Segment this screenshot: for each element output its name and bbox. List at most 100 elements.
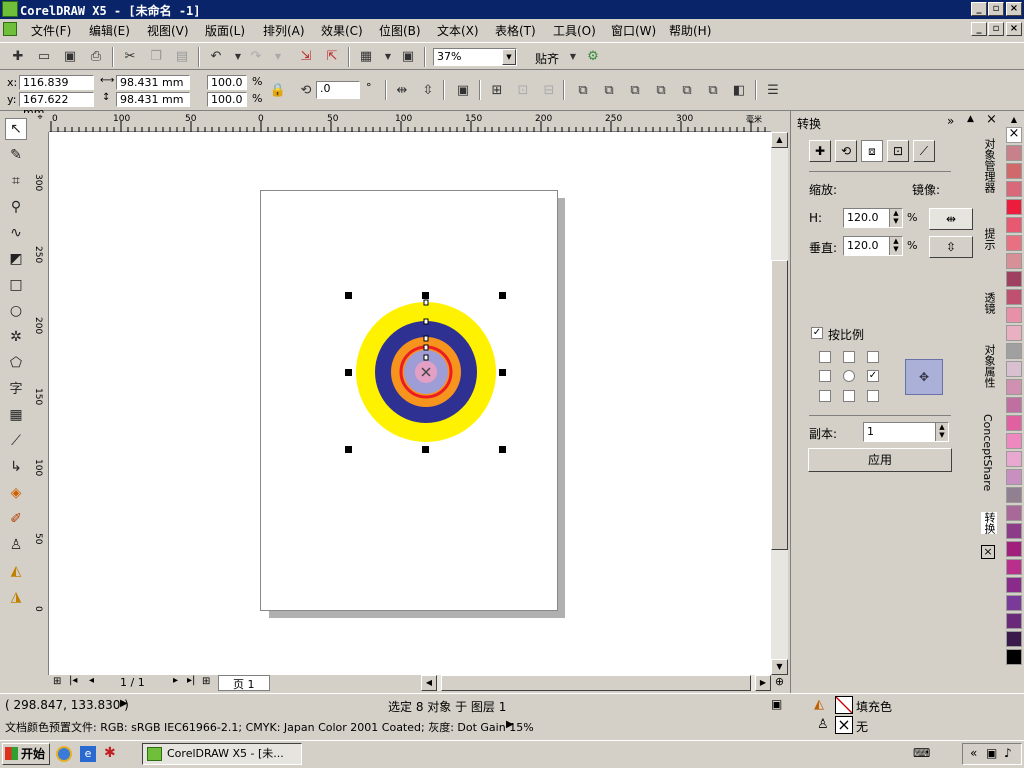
palette-swatch[interactable] — [1006, 649, 1022, 665]
zoom-level-select[interactable]: 37% ▼ — [433, 48, 517, 66]
anchor-br[interactable] — [867, 390, 879, 402]
menu-help[interactable]: 帮助(H) — [669, 22, 711, 39]
skew-mode-icon[interactable]: ⟋ — [913, 140, 935, 162]
maximize-button[interactable]: ▫ — [988, 2, 1004, 16]
palette-swatch[interactable] — [1006, 415, 1022, 431]
menu-view[interactable]: 视图(V) — [147, 22, 189, 39]
ungroup-icon[interactable]: ⊞ — [487, 80, 507, 100]
print-icon[interactable]: ⎙ — [86, 46, 106, 66]
quicklaunch-icon[interactable]: ✱ — [104, 745, 116, 761]
outline-tool-icon[interactable]: ♙ — [5, 534, 27, 556]
palette-scroll-up-icon[interactable]: ▲ — [1006, 115, 1022, 125]
options-icon[interactable]: ⚙ — [583, 46, 603, 66]
export-icon[interactable]: ⇱ — [322, 46, 342, 66]
selection-handle-tr[interactable] — [499, 292, 506, 299]
y-position-field[interactable]: 167.622 mm — [19, 92, 94, 119]
selection-handle-bl[interactable] — [345, 446, 352, 453]
trim-icon[interactable]: ⧉ — [599, 80, 619, 100]
palette-swatch[interactable] — [1006, 271, 1022, 287]
network-icon[interactable]: ▣ — [986, 746, 997, 760]
tab-transform[interactable]: 转换 — [981, 512, 997, 534]
scroll-up-icon[interactable]: ▲ — [771, 132, 788, 148]
palette-swatch[interactable] — [1006, 217, 1022, 233]
doc-restore-button[interactable]: ▫ — [988, 22, 1004, 36]
mirror-vertical-icon[interactable]: ⇳ — [418, 80, 438, 100]
palette-swatch[interactable] — [1006, 145, 1022, 161]
horizontal-ruler[interactable]: 0 100 50 0 50 100 150 200 250 300 毫米 — [49, 113, 771, 132]
profile-expand-icon[interactable]: ▶ — [506, 719, 514, 730]
palette-swatch[interactable] — [1006, 181, 1022, 197]
create-boundary-icon[interactable]: ◧ — [729, 80, 749, 100]
zoom-tool-icon[interactable]: ⚲ — [5, 196, 27, 218]
import-icon[interactable]: ⇲ — [296, 46, 316, 66]
position-mode-icon[interactable]: ✚ — [809, 140, 831, 162]
palette-swatch[interactable] — [1006, 361, 1022, 377]
pick-tool-icon[interactable]: ↖ — [5, 118, 27, 140]
palette-swatch[interactable] — [1006, 379, 1022, 395]
scroll-down-icon[interactable]: ▼ — [771, 659, 788, 675]
cut-icon[interactable]: ✂ — [120, 46, 140, 66]
palette-swatch[interactable] — [1006, 253, 1022, 269]
palette-swatch[interactable] — [1006, 163, 1022, 179]
prev-page-icon[interactable]: ◂ — [89, 675, 94, 686]
apply-button[interactable]: 应用 — [808, 448, 952, 472]
dimension-tool-icon[interactable]: ⟋ — [5, 430, 27, 452]
vertical-scroll-thumb[interactable] — [771, 260, 788, 550]
outline-swatch[interactable]: × — [835, 716, 853, 734]
menu-tools[interactable]: 工具(O) — [553, 22, 596, 39]
undo-dropdown-icon[interactable]: ▼ — [228, 46, 248, 66]
docker-collapse-icon[interactable]: ▲ — [967, 114, 974, 124]
menu-edit[interactable]: 编辑(E) — [89, 22, 130, 39]
volume-icon[interactable]: ♪ — [1004, 746, 1012, 760]
copies-field[interactable]: 1 ▲ ▼ — [863, 422, 949, 442]
tab-lens[interactable]: 透镜 — [981, 292, 997, 314]
mirror-horizontal-icon[interactable]: ⇹ — [392, 80, 412, 100]
fill-tool-icon[interactable]: ◭ — [5, 560, 27, 582]
palette-swatch[interactable] — [1006, 487, 1022, 503]
menu-text[interactable]: 文本(X) — [437, 22, 479, 39]
front-minus-back-icon[interactable]: ⧉ — [677, 80, 697, 100]
selection-handle-br[interactable] — [499, 446, 506, 453]
rotate-mode-icon[interactable]: ⟲ — [835, 140, 857, 162]
combine-icon[interactable]: ⊟ — [539, 80, 559, 100]
add-page-before-icon[interactable]: ⊞ — [53, 676, 61, 687]
selection-handle-bc[interactable] — [422, 446, 429, 453]
ellipse-tool-icon[interactable]: ○ — [5, 300, 27, 322]
menu-table[interactable]: 表格(T) — [495, 22, 536, 39]
anchor-tr[interactable] — [867, 351, 879, 363]
v-scale-spinner[interactable]: ▲ ▼ — [889, 237, 902, 255]
size-mode-icon[interactable]: ⊡ — [887, 140, 909, 162]
freehand-tool-icon[interactable]: ∿ — [5, 222, 27, 244]
vertical-scrollbar[interactable]: ▲ ▼ — [771, 132, 788, 675]
new-icon[interactable]: ✚ — [8, 46, 28, 66]
anchor-bl[interactable] — [819, 390, 831, 402]
anchor-mr[interactable]: ✓ — [867, 370, 879, 382]
doc-minimize-button[interactable]: _ — [971, 22, 987, 36]
palette-swatch[interactable] — [1006, 469, 1022, 485]
copies-spinner[interactable]: ▲ ▼ — [935, 423, 948, 441]
group-icon[interactable]: ▣ — [453, 80, 473, 100]
mirror-vertical-button[interactable]: ⇳ — [929, 236, 973, 258]
zoom-dropdown-icon[interactable]: ▼ — [502, 49, 516, 65]
document-icon[interactable] — [3, 22, 17, 36]
next-page-icon[interactable]: ▸ — [173, 675, 178, 686]
anchor-ml[interactable] — [819, 370, 831, 382]
polygon-tool-icon[interactable]: ✲ — [5, 326, 27, 348]
palette-swatch[interactable] — [1006, 325, 1022, 341]
last-page-icon[interactable]: ▸| — [187, 675, 195, 686]
anchor-bc[interactable] — [843, 390, 855, 402]
smart-fill-tool-icon[interactable]: ◩ — [5, 248, 27, 270]
h-scale-field[interactable]: 120.0 ▲ ▼ — [843, 208, 903, 228]
scale-mirror-mode-icon[interactable]: ⧈ — [861, 140, 883, 162]
redo-dropdown-icon[interactable]: ▼ — [268, 46, 288, 66]
status-options-icon[interactable]: ▣ — [771, 697, 782, 711]
palette-swatch[interactable] — [1006, 631, 1022, 647]
tray-expand-icon[interactable]: « — [970, 746, 977, 760]
eyedropper-tool-icon[interactable]: ✐ — [5, 508, 27, 530]
mirror-horizontal-button[interactable]: ⇹ — [929, 208, 973, 230]
keyboard-icon[interactable]: ⌨ — [913, 746, 930, 760]
interactive-fill-tool-icon[interactable]: ◮ — [5, 586, 27, 608]
node-handle[interactable] — [423, 344, 429, 351]
palette-swatch[interactable] — [1006, 343, 1022, 359]
weld-icon[interactable]: ⧉ — [573, 80, 593, 100]
